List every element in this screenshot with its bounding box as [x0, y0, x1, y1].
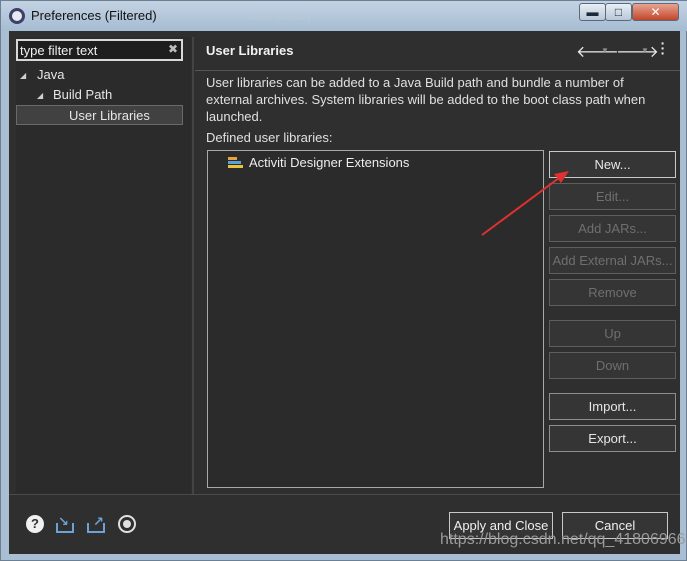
down-button[interactable]: Down	[549, 352, 676, 379]
add-external-jars-button[interactable]: Add External JARs...	[549, 247, 676, 274]
defined-libraries-label: Defined user libraries:	[206, 130, 333, 145]
export-button[interactable]: Export...	[549, 425, 676, 452]
user-library-list[interactable]: Activiti Designer Extensions	[207, 150, 544, 488]
minimize-button[interactable]: ▬	[579, 3, 606, 21]
import-button[interactable]: Import...	[549, 393, 676, 420]
filter-input[interactable]	[16, 39, 183, 61]
page-title: User Libraries	[206, 43, 294, 58]
forward-history-dropdown-icon[interactable]: ▼	[641, 46, 649, 55]
maximize-icon: □	[614, 5, 623, 19]
tree-item-java[interactable]: ◢ Java	[19, 65, 179, 85]
expand-arrow-icon[interactable]: ◢	[37, 86, 43, 106]
import-preferences-icon[interactable]: ↘	[56, 514, 74, 533]
minimize-icon: ▬	[586, 5, 599, 19]
edit-button[interactable]: Edit...	[549, 183, 676, 210]
title-separator	[195, 70, 680, 71]
pane-splitter[interactable]	[192, 37, 194, 494]
back-arrow-icon[interactable]: 🡐	[576, 41, 619, 62]
preference-link-icon[interactable]	[118, 515, 136, 533]
remove-button[interactable]: Remove	[549, 279, 676, 306]
back-history-dropdown-icon[interactable]: ▼	[601, 46, 609, 55]
window-title: Preferences (Filtered)	[31, 8, 157, 23]
footer-separator	[9, 494, 680, 495]
expand-arrow-icon[interactable]: ◢	[20, 66, 26, 86]
tree-item-label: Java	[37, 67, 65, 82]
view-menu-icon[interactable]: · · ·	[660, 36, 666, 60]
maximize-button[interactable]: □	[605, 3, 632, 21]
tree-item-label: Build Path	[53, 87, 113, 102]
help-icon[interactable]: ?	[26, 515, 44, 533]
tree-item-build-path[interactable]: ◢ Build Path	[19, 85, 179, 105]
export-preferences-icon[interactable]: ↗	[87, 514, 105, 533]
page-description: User libraries can be added to a Java Bu…	[206, 75, 646, 124]
title-bar[interactable]: Preferences (Filtered) User Library ▬ □ …	[1, 1, 687, 31]
preference-tree: ◢ Java ◢ Build Path User Libraries	[16, 65, 191, 493]
background-window-title: User Library	[247, 9, 313, 23]
up-button[interactable]: Up	[549, 320, 676, 347]
user-libraries-page: User Libraries 🡐 ▼ 🡒 ▼ · · · User librarie…	[195, 36, 680, 494]
watermark: https://blog.csdn.net/qq_41806966	[440, 531, 686, 548]
close-icon: ✕	[650, 5, 661, 19]
forward-arrow-icon[interactable]: 🡒	[616, 41, 659, 62]
navigation-pane: ✖ ◢ Java ◢ Build Path User Libraries	[16, 37, 191, 494]
add-jars-button[interactable]: Add JARs...	[549, 215, 676, 242]
tree-item-user-libraries[interactable]: User Libraries	[16, 105, 183, 125]
library-icon	[228, 157, 243, 170]
preferences-window: Preferences (Filtered) User Library ▬ □ …	[0, 0, 687, 561]
clear-filter-icon[interactable]: ✖	[168, 42, 178, 56]
tree-item-label: User Libraries	[69, 108, 150, 123]
library-name: Activiti Designer Extensions	[249, 155, 410, 170]
dialog-body: ✖ ◢ Java ◢ Build Path User Libraries Use…	[9, 31, 686, 554]
new-button[interactable]: New...	[549, 151, 676, 178]
eclipse-icon	[9, 8, 25, 24]
close-button[interactable]: ✕	[632, 3, 679, 21]
